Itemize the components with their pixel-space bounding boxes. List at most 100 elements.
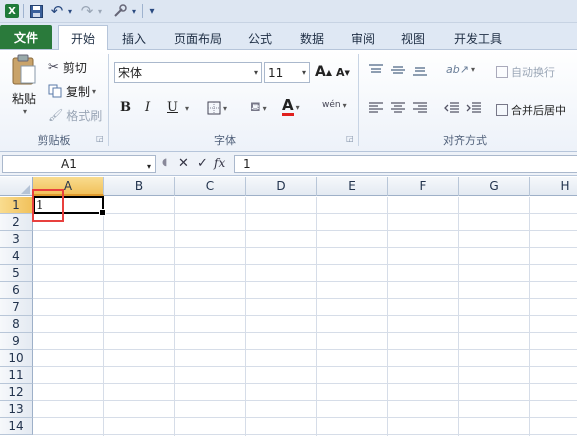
tab-review[interactable]: 审阅 (343, 26, 383, 50)
align-left-button[interactable] (368, 102, 384, 114)
clipboard-group-label: 剪贴板 (37, 134, 71, 147)
italic-button[interactable]: I (145, 100, 150, 115)
column-header-h[interactable]: H (530, 177, 577, 196)
merge-center-label: 合并后居中 (511, 104, 566, 117)
wrap-text-label: 自动换行 (511, 66, 555, 79)
paste-dropdown-icon[interactable]: ▾ (23, 107, 27, 116)
copy-button[interactable]: 复制 ▾ (48, 82, 96, 100)
format-painter-button[interactable]: 🖌 格式刷 (48, 106, 102, 124)
row-header-9[interactable]: 9 (0, 333, 33, 350)
font-color-button[interactable]: A ▾ (282, 98, 300, 116)
formula-bar-resize-icon[interactable]: ◖ (162, 157, 167, 168)
align-top-icon (369, 64, 383, 73)
row-header-12[interactable]: 12 (0, 384, 33, 401)
copy-icon (48, 84, 62, 98)
tab-data[interactable]: 数据 (292, 26, 332, 50)
customize-toolbar-icon[interactable]: ▾ (147, 2, 157, 20)
column-header-d[interactable]: D (246, 177, 317, 196)
orientation-button[interactable]: ab↗ ▾ (446, 63, 475, 76)
format-painter-label: 格式刷 (66, 108, 103, 123)
increase-indent-icon (466, 102, 481, 113)
select-all-button[interactable] (0, 177, 33, 196)
font-size-dropdown-icon[interactable]: ▾ (302, 68, 306, 77)
cancel-icon[interactable]: ✕ (178, 156, 189, 171)
save-icon[interactable] (28, 2, 44, 20)
quick-access-toolbar: X ↶ ▾ ↷ ▾ ▾ ▾ (0, 0, 577, 23)
tab-formulas[interactable]: 公式 (240, 26, 280, 50)
borders-icon (207, 101, 221, 115)
font-group-label: 字体 (214, 134, 236, 147)
column-header-e[interactable]: E (317, 177, 388, 196)
font-launcher-icon[interactable]: ◲ (346, 134, 354, 143)
redo-icon[interactable]: ↷ (78, 2, 96, 20)
underline-dropdown-icon[interactable]: ▾ (185, 104, 189, 113)
borders-button[interactable]: ▾ (207, 101, 227, 115)
font-color-dropdown-icon[interactable]: ▾ (296, 103, 300, 112)
orientation-dropdown-icon[interactable]: ▾ (471, 65, 475, 74)
borders-dropdown-icon[interactable]: ▾ (223, 104, 227, 113)
fill-color-button[interactable]: ⛾ ▾ (250, 100, 267, 117)
row-header-8[interactable]: 8 (0, 316, 33, 333)
increase-indent-button[interactable] (466, 102, 482, 114)
font-size-combo[interactable]: 11 ▾ (264, 62, 310, 83)
align-bottom-button[interactable] (412, 64, 428, 76)
copy-dropdown-icon[interactable]: ▾ (92, 87, 96, 96)
excel-logo-icon[interactable]: X (5, 4, 19, 18)
tab-home[interactable]: 开始 (58, 25, 108, 51)
font-name-combo[interactable]: 宋体 ▾ (114, 62, 262, 83)
enter-icon[interactable]: ✓ (197, 156, 208, 171)
row-header-7[interactable]: 7 (0, 299, 33, 316)
cut-button[interactable]: ✂ 剪切 (48, 58, 87, 76)
paste-label: 粘贴 (11, 92, 36, 106)
align-center-button[interactable] (390, 102, 406, 114)
font-name-value: 宋体 (118, 66, 143, 80)
row-header-4[interactable]: 4 (0, 248, 33, 265)
shrink-font-button[interactable]: A ▼ (336, 66, 350, 79)
underline-button[interactable]: U (167, 100, 178, 115)
redo-dropdown-icon[interactable]: ▾ (96, 2, 104, 20)
row-header-6[interactable]: 6 (0, 282, 33, 299)
row-header-5[interactable]: 5 (0, 265, 33, 282)
tools-icon[interactable] (110, 2, 130, 20)
row-header-13[interactable]: 13 (0, 401, 33, 418)
tab-page-layout[interactable]: 页面布局 (166, 26, 230, 50)
row-header-3[interactable]: 3 (0, 231, 33, 248)
name-box-dropdown-icon[interactable]: ▾ (147, 159, 151, 175)
column-header-g[interactable]: G (459, 177, 530, 196)
tab-file[interactable]: 文件 (0, 25, 52, 49)
column-header-c[interactable]: C (175, 177, 246, 196)
align-right-button[interactable] (412, 102, 428, 114)
undo-dropdown-icon[interactable]: ▾ (66, 2, 74, 20)
tab-view[interactable]: 视图 (393, 26, 433, 50)
phonetic-dropdown-icon[interactable]: ▾ (343, 101, 347, 110)
font-name-dropdown-icon[interactable]: ▾ (254, 68, 258, 77)
formula-input[interactable]: 1 (234, 155, 577, 173)
insert-function-icon[interactable]: fx (214, 156, 225, 170)
column-header-b[interactable]: B (104, 177, 175, 196)
row-header-1[interactable]: 1 (0, 197, 33, 214)
undo-icon[interactable]: ↶ (48, 2, 66, 20)
toolbar-divider (23, 4, 24, 18)
phonetic-button[interactable]: wén ▾ (322, 100, 347, 110)
row-header-11[interactable]: 11 (0, 367, 33, 384)
paste-button[interactable]: 粘贴 ▾ (6, 54, 42, 124)
tab-insert[interactable]: 插入 (114, 26, 154, 50)
grow-font-button[interactable]: A ▲ (315, 64, 332, 80)
cell-area[interactable] (33, 197, 577, 436)
bold-button[interactable]: B (120, 100, 131, 115)
merge-center-button[interactable]: 合并后居中 (496, 102, 566, 118)
tools-dropdown-icon[interactable]: ▾ (130, 2, 138, 20)
wrap-text-button[interactable]: 自动换行 (496, 64, 555, 80)
align-middle-button[interactable] (390, 64, 406, 76)
align-top-button[interactable] (368, 64, 384, 76)
row-header-10[interactable]: 10 (0, 350, 33, 367)
row-header-14[interactable]: 14 (0, 418, 33, 435)
worksheet-grid[interactable]: A B C D E F G H 1 2 3 4 5 6 7 8 9 10 11 … (0, 177, 577, 436)
clipboard-launcher-icon[interactable]: ◲ (96, 134, 104, 143)
row-header-2[interactable]: 2 (0, 214, 33, 231)
name-box[interactable]: A1 ▾ (2, 155, 156, 173)
fill-color-dropdown-icon[interactable]: ▾ (263, 104, 267, 113)
tab-developer[interactable]: 开发工具 (446, 26, 510, 50)
column-header-f[interactable]: F (388, 177, 459, 196)
decrease-indent-button[interactable] (444, 102, 460, 114)
